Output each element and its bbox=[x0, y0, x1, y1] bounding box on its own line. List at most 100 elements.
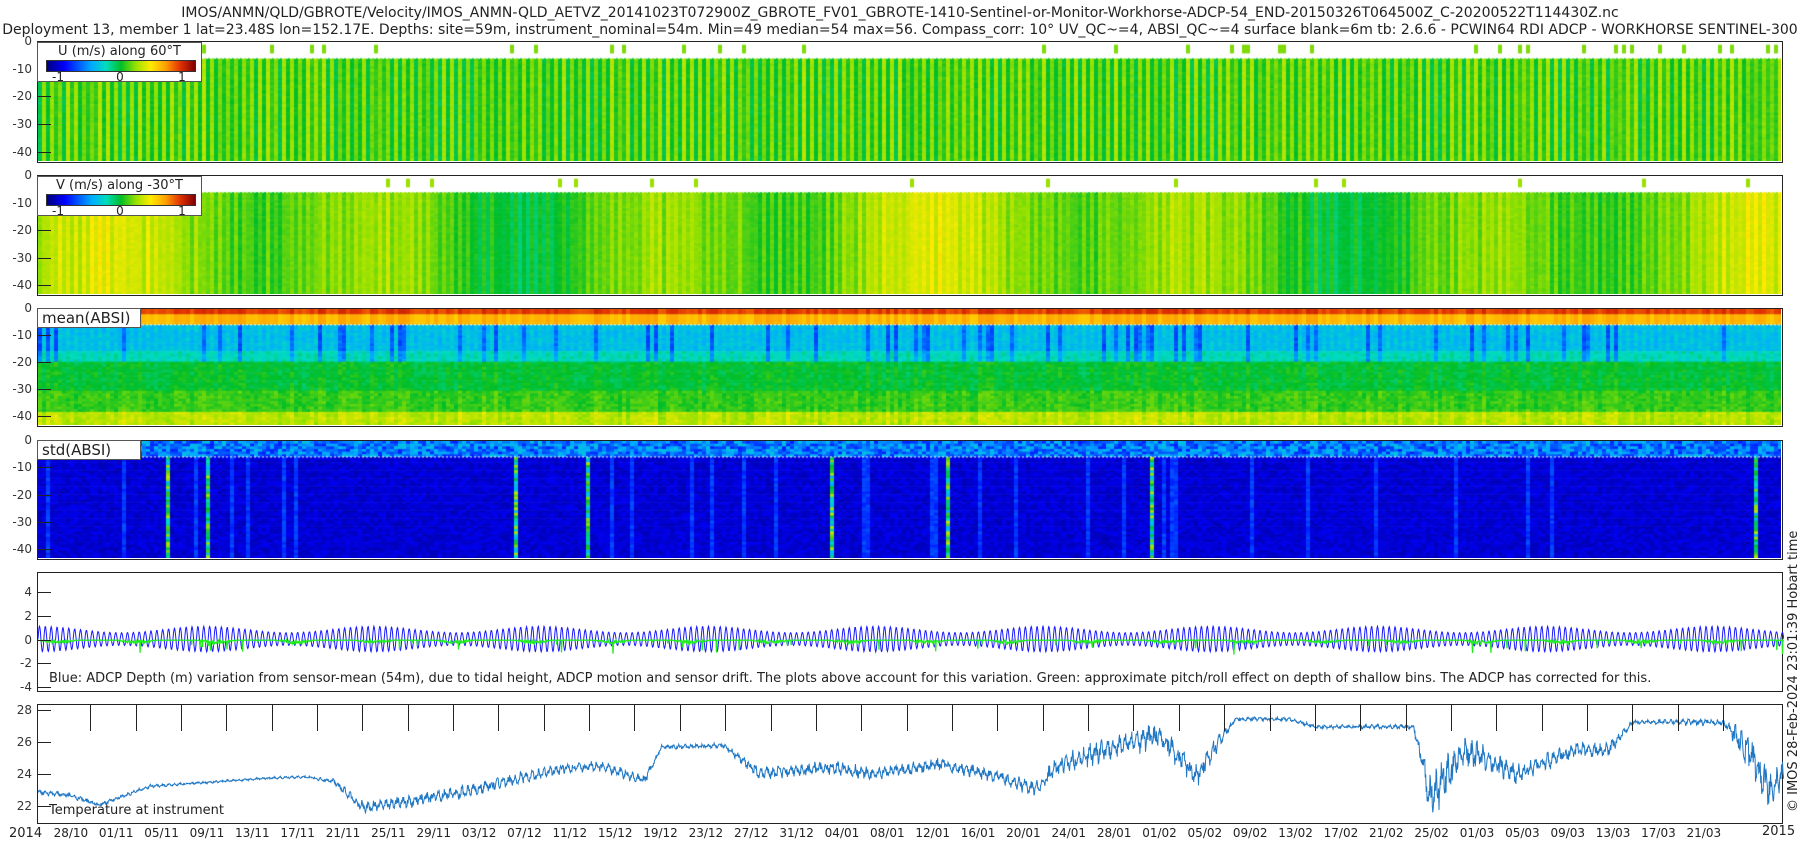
x-tick-mark bbox=[1723, 705, 1725, 731]
y-tick-mark bbox=[37, 549, 51, 551]
x-tick-mark bbox=[1541, 705, 1543, 731]
x-tick-mark bbox=[1314, 705, 1316, 731]
x-tick-label: 09/02 bbox=[1232, 826, 1268, 840]
x-tick-label: 01/02 bbox=[1142, 826, 1177, 840]
x-tick-label: 21/02 bbox=[1368, 826, 1404, 840]
y-tick-label: 0 bbox=[24, 632, 32, 647]
x-tick-label: 21/11 bbox=[325, 826, 361, 840]
x-tick-label: 25/11 bbox=[371, 826, 406, 840]
copyright-credit: © IMOS 28-Feb-2024 23:01:39 Hobart time bbox=[1786, 530, 1800, 812]
x-tick-mark bbox=[725, 705, 727, 731]
temperature-plot bbox=[37, 704, 1784, 824]
figure-title-metadata: Deployment 13, member 1 lat=23.48S lon=1… bbox=[2, 22, 1798, 38]
x-tick-mark bbox=[906, 705, 908, 731]
y-tick-mark bbox=[37, 494, 51, 496]
x-tick-label: 21/03 bbox=[1686, 826, 1722, 840]
y-tick-label: -20 bbox=[12, 355, 32, 370]
figure-title-file: IMOS/ANMN/QLD/GBROTE/Velocity/IMOS_ANMN-… bbox=[181, 5, 1619, 21]
y-tick-mark bbox=[37, 467, 51, 469]
u-legend-title: U (m/s) along 60°T bbox=[58, 44, 181, 59]
x-tick-label: 05/02 bbox=[1187, 826, 1223, 840]
x-tick-label: 09/11 bbox=[189, 826, 225, 840]
v-colorbar-legend: V (m/s) along -30°T -1 0 1 bbox=[37, 176, 202, 218]
u-heatmap-canvas bbox=[38, 42, 1781, 161]
x-tick-mark bbox=[951, 705, 953, 731]
x-tick-mark bbox=[1269, 705, 1271, 731]
mean-absi-label: mean(ABSI) bbox=[37, 308, 141, 328]
y-tick-mark bbox=[37, 592, 51, 594]
y-tick-mark bbox=[37, 285, 51, 286]
x-tick-label: 17/02 bbox=[1323, 826, 1359, 840]
x-tick-label: 12/01 bbox=[915, 826, 950, 840]
x-tick-mark bbox=[1632, 705, 1634, 731]
y-tick-mark bbox=[37, 639, 51, 641]
x-tick-mark bbox=[1133, 705, 1135, 731]
x-tick-label: 05/11 bbox=[144, 826, 179, 840]
x-tick-label: 28/10 bbox=[53, 826, 89, 840]
y-tick-label: -40 bbox=[12, 144, 32, 159]
y-tick-label: 4 bbox=[24, 585, 32, 600]
x-tick-label: 08/01 bbox=[870, 826, 905, 840]
u-colorbar-tick: 0 bbox=[116, 70, 124, 84]
v-colorbar-tick: 1 bbox=[178, 204, 186, 218]
y-tick-label: -2 bbox=[20, 656, 32, 671]
y-tick-mark bbox=[37, 124, 51, 126]
std-absi-heatmap bbox=[37, 440, 1783, 560]
x-tick-label: 01/03 bbox=[1459, 826, 1495, 840]
x-tick-mark bbox=[407, 705, 409, 731]
x-tick-mark bbox=[997, 705, 999, 731]
y-tick-label: -40 bbox=[12, 409, 32, 424]
x-tick-label: 13/03 bbox=[1595, 826, 1631, 840]
y-tick-mark bbox=[37, 742, 51, 744]
y-tick-mark bbox=[37, 663, 51, 665]
y-tick-mark bbox=[37, 335, 51, 337]
x-tick-label: 29/11 bbox=[416, 826, 452, 840]
depth-caption: Blue: ADCP Depth (m) variation from sens… bbox=[49, 671, 1652, 686]
y-tick-label: -30 bbox=[12, 514, 32, 529]
x-tick-mark bbox=[498, 705, 500, 731]
x-tick-label: 05/03 bbox=[1505, 826, 1540, 840]
y-tick-label: -40 bbox=[12, 278, 32, 292]
y-tick-mark bbox=[37, 96, 51, 98]
x-tick-label: 20/01 bbox=[1006, 826, 1041, 840]
x-tick-label: 13/02 bbox=[1278, 826, 1313, 840]
y-tick-mark bbox=[37, 389, 51, 391]
x-tick-mark bbox=[180, 705, 182, 731]
x-tick-mark bbox=[226, 705, 228, 731]
x-tick-mark bbox=[861, 705, 863, 731]
x-tick-mark bbox=[1224, 705, 1226, 731]
y-tick-mark bbox=[37, 362, 51, 364]
mean-absi-heatmap bbox=[37, 308, 1783, 427]
y-tick-label: -30 bbox=[12, 117, 32, 132]
y-tick-label: -10 bbox=[12, 195, 32, 210]
v-heatmap-canvas bbox=[38, 176, 1781, 294]
y-tick-mark bbox=[37, 230, 51, 231]
x-tick-mark bbox=[770, 705, 772, 731]
x-axis-year-start: 2014 bbox=[9, 826, 43, 841]
y-tick-mark bbox=[37, 521, 51, 523]
y-tick-label: -10 bbox=[12, 460, 32, 475]
v-colorbar-tick: 0 bbox=[116, 204, 124, 218]
std-absi-canvas bbox=[38, 441, 1781, 558]
temperature-caption: Temperature at instrument bbox=[49, 803, 224, 818]
v-legend-title: V (m/s) along -30°T bbox=[56, 178, 183, 193]
mean-absi-canvas bbox=[38, 309, 1781, 425]
y-tick-label: 0 bbox=[24, 168, 32, 182]
y-tick-label: -30 bbox=[12, 250, 32, 265]
u-colorbar-tick: 1 bbox=[178, 70, 186, 84]
y-tick-mark bbox=[37, 151, 51, 153]
x-tick-label: 23/12 bbox=[688, 826, 724, 840]
x-tick-mark bbox=[135, 705, 137, 731]
x-tick-label: 04/01 bbox=[824, 826, 860, 840]
x-tick-mark bbox=[1360, 705, 1362, 731]
x-tick-mark bbox=[634, 705, 636, 731]
u-colorbar-legend: U (m/s) along 60°T -1 0 1 bbox=[37, 42, 202, 84]
y-tick-label: -20 bbox=[12, 223, 32, 237]
y-tick-mark bbox=[37, 774, 51, 776]
y-tick-label: 26 bbox=[16, 735, 32, 750]
x-tick-mark bbox=[1405, 705, 1407, 731]
y-tick-label: 2 bbox=[24, 608, 32, 623]
x-tick-mark bbox=[1677, 705, 1679, 731]
x-tick-mark bbox=[543, 705, 545, 731]
x-tick-label: 24/01 bbox=[1051, 826, 1087, 840]
